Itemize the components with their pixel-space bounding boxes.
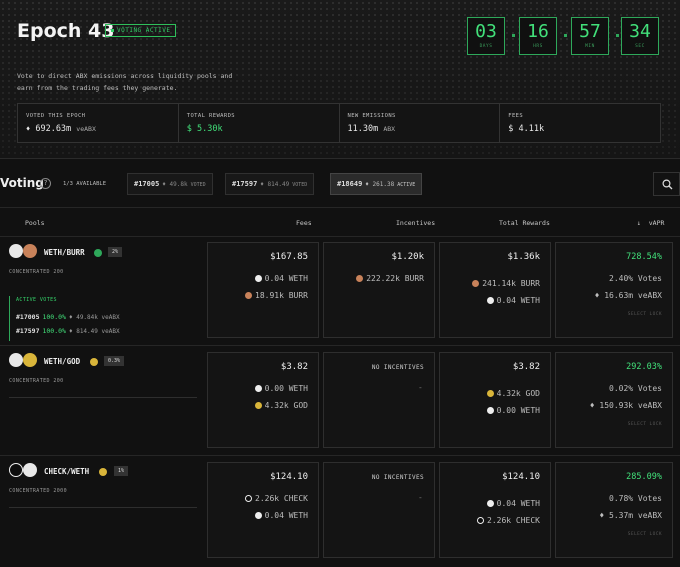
god-token-icon	[23, 353, 37, 367]
incentives-cell: NO INCENTIVES -	[323, 462, 435, 558]
active-votes-label: ACTIVE VOTES	[16, 297, 57, 303]
burr-token-icon	[472, 280, 480, 287]
weth-token-icon	[254, 385, 262, 392]
incentives-cell: $1.20k 222.22k BURR	[323, 242, 435, 338]
drop-icon: ♦	[589, 401, 600, 410]
vote-cell[interactable]: 285.09% 0.78% Votes ♦ 5.37m veABX SELECT…	[555, 462, 673, 558]
page-title: Epoch 43	[17, 20, 115, 42]
lock-tab-17597[interactable]: #17597 ♦ 814.49 VOTED	[225, 173, 315, 195]
select-lock-button[interactable]: SELECT LOCK	[628, 312, 662, 317]
drop-icon: ♦	[26, 125, 31, 133]
check-token-icon	[9, 463, 23, 477]
pool-name: CHECK/WETH	[44, 467, 90, 476]
active-vote-row: #17005 100.0% ♦ 49.84k veABX	[16, 313, 120, 321]
available-count: 1/3 AVAILABLE	[63, 181, 107, 187]
weth-token-icon	[23, 463, 37, 477]
verified-icon	[90, 358, 98, 366]
vapr-value: 728.54%	[626, 252, 662, 262]
rewards-cell: $124.10 0.04 WETH 2.26k CHECK	[439, 462, 551, 558]
rewards-cell: $3.82 4.32k GOD 0.00 WETH	[439, 352, 551, 448]
lock-tab-18649[interactable]: #18649 ♦ 261.38 ACTIVE	[330, 173, 423, 195]
countdown-hours: 16 HRS	[519, 17, 557, 55]
vapr-value: 285.09%	[626, 472, 662, 482]
burr-token-icon	[23, 244, 37, 258]
voting-title: Voting	[0, 176, 44, 190]
status-badge: VOTING ACTIVE	[105, 24, 177, 37]
sort-arrow-icon: ↓	[637, 219, 641, 227]
fees-cell: $124.10 2.26k CHECK 0.04 WETH	[207, 462, 319, 558]
col-incentives[interactable]: Incentives	[396, 219, 435, 227]
active-vote-row: #17597 100.0% ♦ 814.49 veABX	[16, 327, 120, 335]
countdown-seconds: 34 SEC	[621, 17, 659, 55]
vote-cell[interactable]: 292.03% 0.02% Votes ♦ 150.93k veABX SELE…	[555, 352, 673, 448]
col-total-rewards[interactable]: Total Rewards	[499, 219, 550, 227]
stat-fees: FEES $ 4.11k	[508, 113, 545, 134]
incentives-cell: NO INCENTIVES -	[323, 352, 435, 448]
countdown-minutes: 57 MIN	[571, 17, 609, 55]
help-icon[interactable]: ?	[40, 178, 51, 189]
epoch-voting-page: Epoch 43 VOTING ACTIVE 03 DAYS 16 HRS 57 MI…	[0, 0, 680, 567]
search-button[interactable]	[653, 172, 680, 196]
stat-total-rewards: TOTAL REWARDS $ 5.30k	[179, 104, 340, 142]
col-vapr[interactable]: ↓ vAPR	[637, 219, 664, 227]
col-fees[interactable]: Fees	[296, 219, 312, 227]
vapr-value: 292.03%	[626, 362, 662, 372]
stat-voted: VOTED THIS EPOCH ♦ 692.63m veABX	[18, 104, 179, 142]
fee-badge: 1%	[114, 466, 129, 476]
rewards-cell: $1.36k 241.14k BURR 0.04 WETH	[439, 242, 551, 338]
pool-type: CONCENTRATED 200	[9, 269, 64, 275]
weth-token-icon	[486, 500, 494, 507]
lock-tab-17005[interactable]: #17005 ♦ 49.8k VOTED	[127, 173, 213, 195]
burr-token-icon	[245, 292, 253, 299]
countdown-days: 03 DAYS	[467, 17, 505, 55]
select-lock-button[interactable]: SELECT LOCK	[628, 532, 662, 537]
pool-type: CONCENTRATED 200	[9, 378, 64, 384]
vote-cell[interactable]: 728.54% 2.40% Votes ♦ 16.63m veABX SELEC…	[555, 242, 673, 338]
check-token-icon	[477, 517, 485, 524]
verified-icon	[99, 468, 107, 476]
drop-icon: ♦	[594, 291, 605, 300]
weth-token-icon	[9, 244, 23, 258]
stats-bar: VOTED THIS EPOCH ♦ 692.63m veABX TOTAL R…	[17, 103, 661, 143]
select-lock-button[interactable]: SELECT LOCK	[628, 422, 662, 427]
weth-token-icon	[486, 407, 494, 414]
weth-token-icon	[254, 512, 262, 519]
fees-cell: $167.85 0.04 WETH 18.91k BURR	[207, 242, 319, 338]
burr-token-icon	[356, 275, 364, 282]
god-token-icon	[254, 402, 262, 409]
description: Vote to direct ABX emissions across liqu…	[17, 72, 233, 92]
stat-new-emissions: NEW EMISSIONS 11.30m ABX	[340, 104, 501, 142]
verified-icon	[94, 249, 102, 257]
weth-token-icon	[486, 297, 494, 304]
god-token-icon	[486, 390, 494, 397]
pool-type: CONCENTRATED 2000	[9, 488, 67, 494]
pool-name: WETH/GOD	[44, 357, 81, 366]
fees-cell: $3.82 0.00 WETH 4.32k GOD	[207, 352, 319, 448]
weth-token-icon	[254, 275, 262, 282]
weth-token-icon	[9, 353, 23, 367]
col-pools[interactable]: Pools	[25, 219, 45, 227]
drop-icon: ♦	[599, 511, 610, 520]
check-token-icon	[245, 495, 253, 502]
pool-name: WETH/BURR	[44, 248, 85, 257]
search-icon	[662, 179, 673, 190]
fee-badge: 2%	[108, 247, 123, 257]
fee-badge: 0.3%	[104, 356, 125, 366]
